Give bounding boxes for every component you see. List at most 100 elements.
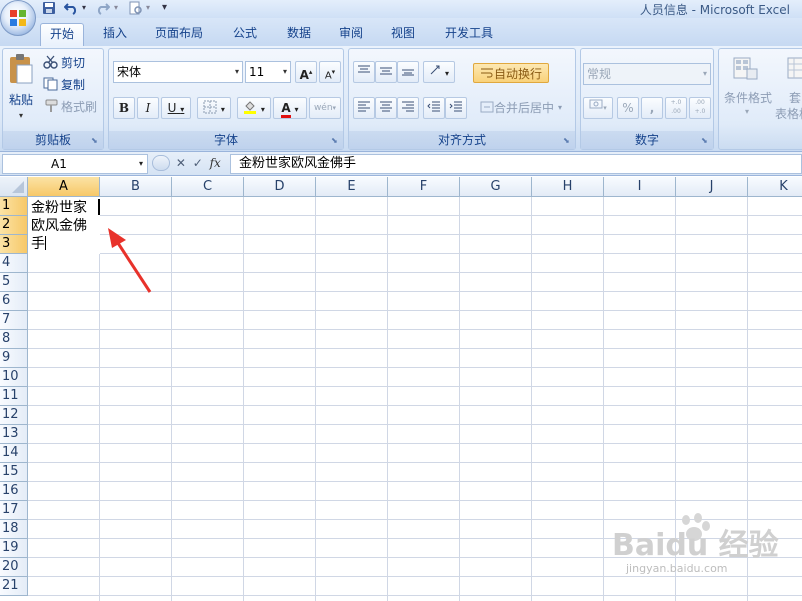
tab-data[interactable]: 数据 <box>276 23 322 46</box>
cut-button[interactable]: 剪切 <box>61 54 97 70</box>
undo-icon[interactable] <box>64 1 78 15</box>
row-header-6[interactable]: 6 <box>0 292 28 311</box>
currency-button[interactable]: ▾ <box>583 97 613 119</box>
column-header-g[interactable]: G <box>460 177 532 197</box>
row-header-7[interactable]: 7 <box>0 311 28 330</box>
confirm-entry-icon[interactable]: ✓ <box>193 156 203 170</box>
row-header-4[interactable]: 4 <box>0 254 28 273</box>
tab-home[interactable]: 开始 <box>40 23 84 46</box>
name-box[interactable]: A1 ▾ <box>2 154 148 174</box>
paste-button[interactable]: 粘贴 <box>5 91 37 107</box>
format-painter-icon[interactable] <box>43 99 59 113</box>
row-header-16[interactable]: 16 <box>0 482 28 501</box>
format-as-table-line1[interactable]: 套 <box>789 89 802 105</box>
formula-input[interactable]: 金粉世家欧风金佛手 <box>230 154 802 174</box>
increase-decimal-button[interactable]: +.0 .00 <box>665 97 687 119</box>
column-header-b[interactable]: B <box>100 177 172 197</box>
format-as-table-line2[interactable]: 表格格 <box>775 105 802 121</box>
font-launcher-icon[interactable]: ⬊ <box>331 136 340 145</box>
copy-icon[interactable] <box>43 77 59 91</box>
row-header-3[interactable]: 3 <box>0 235 28 254</box>
number-format-dropdown-icon[interactable]: ▾ <box>703 64 707 84</box>
row-header-14[interactable]: 14 <box>0 444 28 463</box>
orientation-button[interactable]: ▾ <box>423 61 455 83</box>
increase-indent-button[interactable] <box>445 97 467 119</box>
customize-qat-icon[interactable]: ▾ <box>162 1 167 15</box>
row-header-20[interactable]: 20 <box>0 558 28 577</box>
font-size-dropdown-icon[interactable]: ▾ <box>283 62 287 82</box>
number-format-combo[interactable]: 常规 ▾ <box>583 63 711 85</box>
active-cell-editor[interactable]: 金粉世家欧风金佛手 <box>28 197 100 254</box>
tab-review[interactable]: 审阅 <box>328 23 374 46</box>
print-preview-icon[interactable] <box>128 1 144 15</box>
row-header-13[interactable]: 13 <box>0 425 28 444</box>
row-header-19[interactable]: 19 <box>0 539 28 558</box>
row-header-12[interactable]: 12 <box>0 406 28 425</box>
font-name-dropdown-icon[interactable]: ▾ <box>235 62 239 82</box>
align-middle-button[interactable] <box>375 61 397 83</box>
row-header-8[interactable]: 8 <box>0 330 28 349</box>
phonetic-button[interactable]: wén▾ <box>309 97 341 119</box>
number-launcher-icon[interactable]: ⬊ <box>701 136 710 145</box>
paste-icon[interactable] <box>7 53 35 87</box>
tab-formulas[interactable]: 公式 <box>222 23 268 46</box>
name-box-dropdown-icon[interactable]: ▾ <box>139 155 143 173</box>
redo-dropdown-icon[interactable]: ▾ <box>114 1 118 15</box>
copy-button[interactable]: 复制 <box>61 76 97 92</box>
alignment-launcher-icon[interactable]: ⬊ <box>563 136 572 145</box>
shrink-font-button[interactable]: A▾ <box>319 61 341 83</box>
font-color-button[interactable]: A ▾ <box>273 97 307 119</box>
fill-color-button[interactable]: ▾ <box>237 97 271 119</box>
decrease-decimal-button[interactable]: .00 +.0 <box>689 97 711 119</box>
italic-button[interactable]: I <box>137 97 159 119</box>
office-button[interactable] <box>0 0 36 36</box>
conditional-format-icon[interactable] <box>733 57 759 81</box>
column-header-a[interactable]: A <box>28 177 100 197</box>
merge-center-button[interactable]: 合并后居中 ▾ <box>473 97 569 117</box>
format-painter-button[interactable]: 格式刷 <box>61 98 103 114</box>
align-top-button[interactable] <box>353 61 375 83</box>
select-all-corner[interactable] <box>0 177 28 197</box>
conditional-format-button[interactable]: 条件格式 <box>719 89 777 105</box>
format-as-table-icon[interactable] <box>787 57 802 81</box>
column-header-k[interactable]: K <box>748 177 802 197</box>
column-header-h[interactable]: H <box>532 177 604 197</box>
tab-page-layout[interactable]: 页面布局 <box>146 23 212 46</box>
row-header-17[interactable]: 17 <box>0 501 28 520</box>
row-header-15[interactable]: 15 <box>0 463 28 482</box>
cut-icon[interactable] <box>43 55 59 69</box>
row-header-18[interactable]: 18 <box>0 520 28 539</box>
undo-dropdown-icon[interactable]: ▾ <box>82 1 86 15</box>
formula-bar-resize-handle[interactable] <box>152 155 170 171</box>
align-bottom-button[interactable] <box>397 61 419 83</box>
percent-button[interactable]: % <box>617 97 639 119</box>
column-header-i[interactable]: I <box>604 177 676 197</box>
column-header-f[interactable]: F <box>388 177 460 197</box>
wrap-text-button[interactable]: 自动换行 <box>473 63 549 83</box>
row-header-1[interactable]: 1 <box>0 197 28 216</box>
align-center-button[interactable] <box>375 97 397 119</box>
font-size-combo[interactable]: 11 ▾ <box>245 61 291 83</box>
redo-icon[interactable] <box>96 1 110 15</box>
row-header-21[interactable]: 21 <box>0 577 28 596</box>
cancel-entry-icon[interactable]: ✕ <box>176 156 186 170</box>
borders-button[interactable]: ▾ <box>197 97 231 119</box>
column-header-e[interactable]: E <box>316 177 388 197</box>
row-header-9[interactable]: 9 <box>0 349 28 368</box>
save-icon[interactable] <box>42 1 56 15</box>
paste-dropdown-icon[interactable]: ▾ <box>13 109 29 121</box>
row-header-5[interactable]: 5 <box>0 273 28 292</box>
preview-dropdown-icon[interactable]: ▾ <box>146 1 150 15</box>
row-header-10[interactable]: 10 <box>0 368 28 387</box>
grow-font-button[interactable]: A▴ <box>295 61 317 83</box>
clipboard-launcher-icon[interactable]: ⬊ <box>91 136 100 145</box>
underline-button[interactable]: U ▾ <box>161 97 191 119</box>
tab-developer[interactable]: 开发工具 <box>436 23 502 46</box>
bold-button[interactable]: B <box>113 97 135 119</box>
row-header-2[interactable]: 2 <box>0 216 28 235</box>
font-name-combo[interactable]: 宋体 ▾ <box>113 61 243 83</box>
tab-insert[interactable]: 插入 <box>92 23 138 46</box>
comma-button[interactable]: , <box>641 97 663 119</box>
align-left-button[interactable] <box>353 97 375 119</box>
column-header-j[interactable]: J <box>676 177 748 197</box>
